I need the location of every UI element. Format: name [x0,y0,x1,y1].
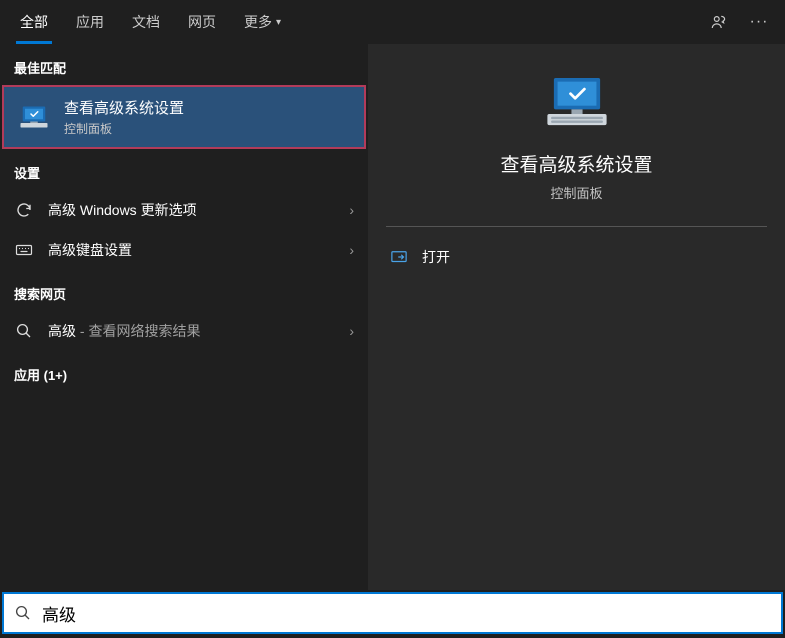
keyboard-icon [14,241,34,259]
tab-docs[interactable]: 文档 [118,0,174,44]
search-icon [14,322,34,340]
chevron-right-icon: › [349,242,354,258]
open-icon [390,250,408,264]
main-content: 最佳匹配 查看高级系统设置 控制面板 设置 [0,44,785,590]
settings-item-label: 高级键盘设置 [48,240,335,260]
section-settings: 设置 [0,149,368,190]
settings-item-windows-update[interactable]: 高级 Windows 更新选项 › [0,190,368,230]
chevron-right-icon: › [349,323,354,339]
preview-subtitle: 控制面板 [386,183,767,202]
preview-title: 查看高级系统设置 [386,150,767,177]
best-match-subtitle: 控制面板 [64,120,184,137]
chevron-right-icon: › [349,202,354,218]
tab-all-label: 全部 [20,12,48,32]
best-match-title: 查看高级系统设置 [64,97,184,118]
preview-panel: 查看高级系统设置 控制面板 打开 [368,44,785,590]
tab-all[interactable]: 全部 [6,0,62,44]
settings-item-keyboard[interactable]: 高级键盘设置 › [0,230,368,270]
tab-apps-label: 应用 [76,12,104,32]
tab-web[interactable]: 网页 [174,0,230,44]
results-panel: 最佳匹配 查看高级系统设置 控制面板 设置 [0,44,368,590]
tab-more[interactable]: 更多 ▾ [230,0,295,44]
tab-more-label: 更多 [244,12,272,32]
best-match-item[interactable]: 查看高级系统设置 控制面板 [2,85,366,149]
settings-item-label: 高级 Windows 更新选项 [48,200,335,220]
web-search-label: 高级 - 查看网络搜索结果 [48,321,335,341]
open-action[interactable]: 打开 [386,239,767,275]
refresh-icon [14,201,34,219]
web-search-item[interactable]: 高级 - 查看网络搜索结果 › [0,311,368,351]
tab-apps[interactable]: 应用 [62,0,118,44]
divider [386,226,767,227]
more-options-icon[interactable]: ··· [739,0,779,44]
tab-bar: 全部 应用 文档 网页 更多 ▾ ··· [0,0,785,44]
search-box[interactable] [2,592,783,634]
feedback-icon[interactable] [699,0,739,44]
search-icon [14,604,32,622]
search-input[interactable] [42,603,771,623]
tab-docs-label: 文档 [132,12,160,32]
open-label: 打开 [422,247,450,267]
section-best-match: 最佳匹配 [0,44,368,85]
system-settings-icon [18,101,50,133]
chevron-down-icon: ▾ [276,17,281,28]
section-apps: 应用 (1+) [0,351,368,392]
section-web: 搜索网页 [0,270,368,311]
tab-web-label: 网页 [188,12,216,32]
preview-icon [386,72,767,132]
